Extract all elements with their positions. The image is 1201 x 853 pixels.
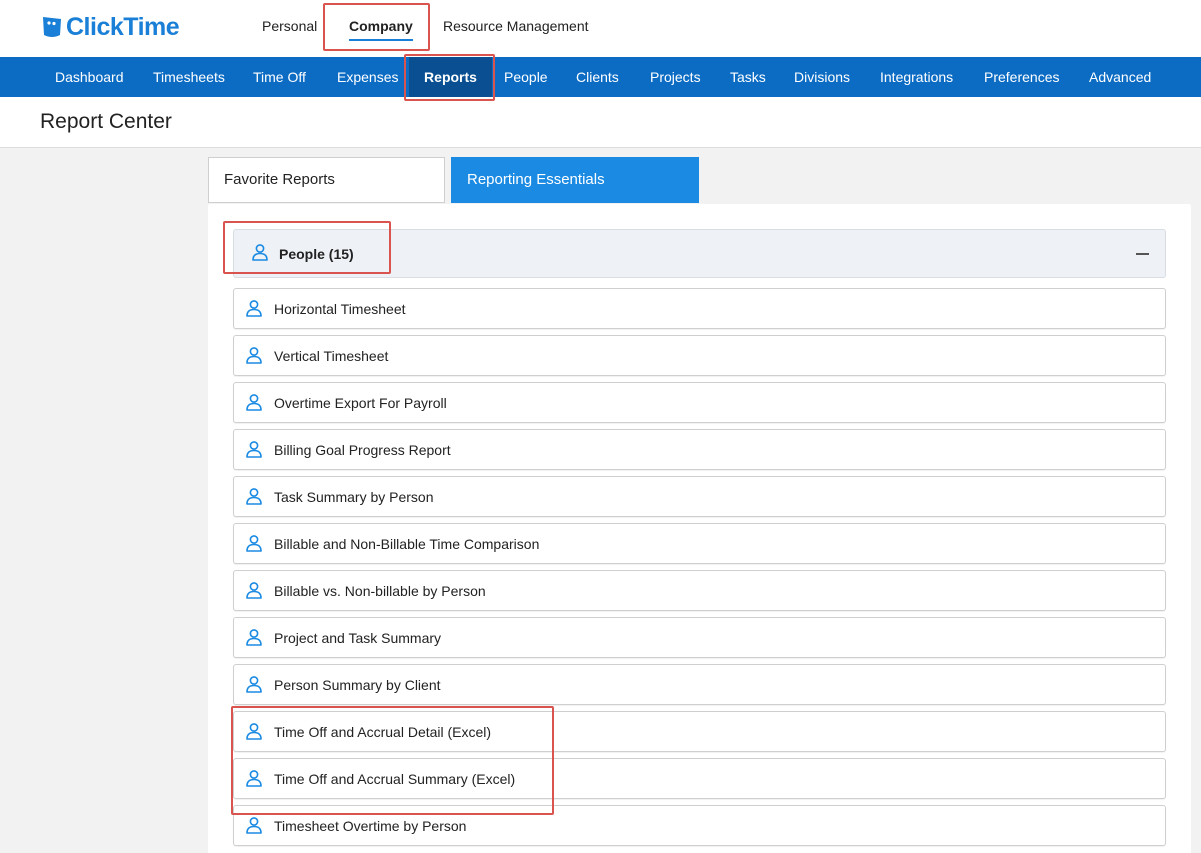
report-label: Billing Goal Progress Report [274, 442, 451, 458]
top-tab-resource-management-label: Resource Management [443, 18, 589, 34]
active-tab-underline [349, 39, 413, 41]
person-icon [245, 722, 263, 740]
report-label: Horizontal Timesheet [274, 301, 406, 317]
top-tab-company[interactable]: Company [349, 18, 413, 41]
main-nav: Dashboard Timesheets Time Off Expenses R… [0, 57, 1201, 97]
nav-item-reports[interactable]: Reports [409, 57, 492, 97]
person-icon [245, 628, 263, 646]
person-icon [245, 581, 263, 599]
collapse-button[interactable] [1133, 242, 1151, 264]
brand-name: ClickTime [66, 12, 180, 41]
report-label: Overtime Export For Payroll [274, 395, 447, 411]
top-tab-personal[interactable]: Personal [262, 18, 317, 34]
group-header-people[interactable]: People (15) [233, 229, 1166, 278]
person-icon [245, 346, 263, 364]
nav-item-people[interactable]: People [504, 57, 548, 97]
person-icon [245, 675, 263, 693]
top-tab-resource-management[interactable]: Resource Management [443, 18, 589, 34]
person-icon [245, 534, 263, 552]
report-row[interactable]: Person Summary by Client [233, 664, 1166, 705]
nav-item-time-off[interactable]: Time Off [253, 57, 306, 97]
report-label: Billable and Non-Billable Time Compariso… [274, 536, 540, 552]
person-icon [245, 816, 263, 834]
report-row[interactable]: Timesheet Overtime by Person [233, 805, 1166, 846]
nav-item-clients[interactable]: Clients [576, 57, 619, 97]
report-row[interactable]: Vertical Timesheet [233, 335, 1166, 376]
report-label: Billable vs. Non-billable by Person [274, 583, 486, 599]
top-header: ClickTime Personal Company Resource Mana… [0, 0, 1201, 57]
top-tab-company-label: Company [349, 18, 413, 34]
person-icon [251, 243, 269, 261]
report-label: Time Off and Accrual Detail (Excel) [274, 724, 492, 740]
nav-item-preferences[interactable]: Preferences [984, 57, 1059, 97]
person-icon [245, 299, 263, 317]
person-icon [245, 769, 263, 787]
clicktime-logo[interactable]: ClickTime [40, 12, 180, 41]
report-row[interactable]: Billable vs. Non-billable by Person [233, 570, 1166, 611]
report-label: Project and Task Summary [274, 630, 442, 646]
page-header: Report Center [0, 97, 1201, 148]
tab-favorite-reports[interactable]: Favorite Reports [208, 157, 445, 203]
report-row[interactable]: Billable and Non-Billable Time Compariso… [233, 523, 1166, 564]
person-icon [245, 487, 263, 505]
nav-item-divisions[interactable]: Divisions [794, 57, 850, 97]
person-icon [245, 393, 263, 411]
nav-item-projects[interactable]: Projects [650, 57, 701, 97]
group-label: People (15) [279, 246, 354, 262]
report-label: Vertical Timesheet [274, 348, 389, 364]
nav-item-timesheets[interactable]: Timesheets [153, 57, 225, 97]
report-row[interactable]: Billing Goal Progress Report [233, 429, 1166, 470]
minus-icon [1136, 253, 1149, 255]
page-title: Report Center [40, 110, 172, 133]
report-row[interactable]: Time Off and Accrual Summary (Excel) [233, 758, 1166, 799]
tab-reporting-essentials-label: Reporting Essentials [467, 171, 605, 188]
nav-item-integrations[interactable]: Integrations [880, 57, 953, 97]
top-tab-personal-label: Personal [262, 18, 318, 34]
nav-item-advanced[interactable]: Advanced [1089, 57, 1151, 97]
report-row[interactable]: Overtime Export For Payroll [233, 382, 1166, 423]
report-row[interactable]: Project and Task Summary [233, 617, 1166, 658]
nav-item-tasks[interactable]: Tasks [730, 57, 766, 97]
report-row[interactable]: Time Off and Accrual Detail (Excel) [233, 711, 1166, 752]
person-icon [245, 440, 263, 458]
report-row[interactable]: Horizontal Timesheet [233, 288, 1166, 329]
report-label: Time Off and Accrual Summary (Excel) [274, 771, 516, 787]
report-label: Timesheet Overtime by Person [274, 818, 467, 834]
nav-item-expenses[interactable]: Expenses [337, 57, 398, 97]
tab-favorite-reports-label: Favorite Reports [224, 171, 335, 188]
clicktime-logo-icon [43, 17, 61, 37]
report-label: Task Summary by Person [274, 489, 434, 505]
tab-reporting-essentials[interactable]: Reporting Essentials [451, 157, 699, 203]
report-label: Person Summary by Client [274, 677, 441, 693]
report-row[interactable]: Task Summary by Person [233, 476, 1166, 517]
nav-item-dashboard[interactable]: Dashboard [55, 57, 124, 97]
